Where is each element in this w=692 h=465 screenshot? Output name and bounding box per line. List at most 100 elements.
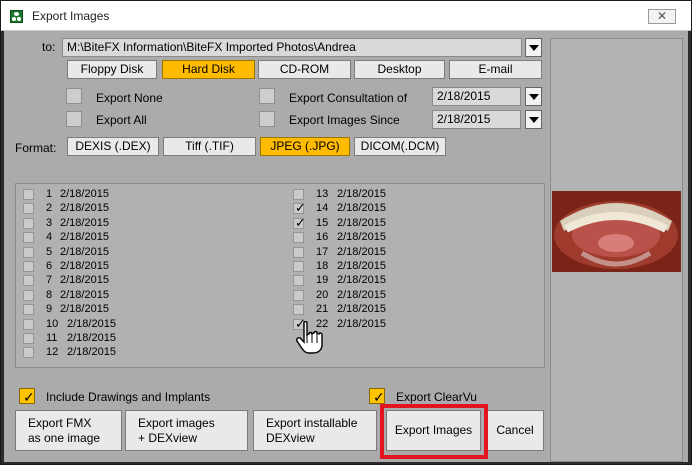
image-date: 2/18/2015	[337, 245, 386, 258]
image-checkbox-4[interactable]	[23, 232, 34, 244]
format-tiff-button[interactable]: Tiff (.TIF)	[163, 137, 256, 156]
image-date: 2/18/2015	[337, 216, 386, 229]
chevron-down-icon[interactable]	[525, 110, 542, 129]
export-none-label: Export None	[96, 91, 163, 105]
window-title: Export Images	[32, 9, 110, 23]
export-fmx-button[interactable]: Export FMX as one image	[15, 410, 122, 451]
image-number: 1	[46, 188, 53, 200]
image-date: 2/18/2015	[67, 346, 116, 359]
image-date: 2/18/2015	[60, 188, 109, 200]
export-installable-line2: DEXview	[266, 430, 315, 445]
image-date: 2/18/2015	[337, 317, 386, 330]
cancel-button[interactable]: Cancel	[486, 410, 544, 451]
check-mark-icon: ✓	[295, 214, 306, 230]
format-dexis-button[interactable]: DEXIS (.DEX)	[67, 137, 159, 156]
image-number: 15	[316, 216, 329, 229]
floppy-disk-button[interactable]: Floppy Disk	[67, 60, 157, 79]
image-checkbox-14[interactable]: ✓	[293, 200, 306, 215]
image-checkbox-13[interactable]	[293, 189, 304, 200]
export-installable-line1: Export installable	[266, 415, 358, 430]
export-all-checkbox[interactable]	[66, 111, 82, 127]
title-bar: Export Images ✕	[1, 1, 691, 31]
desktop-button[interactable]: Desktop	[354, 60, 445, 79]
export-all-label: Export All	[96, 113, 147, 127]
format-dicom-button[interactable]: DICOM(.DCM)	[354, 137, 446, 156]
image-date: 2/18/2015	[60, 260, 109, 272]
image-checkbox-8[interactable]	[23, 289, 34, 301]
bitefx-app-icon	[10, 10, 23, 23]
image-date: 2/18/2015	[60, 231, 109, 244]
since-date-field[interactable]: 2/18/2015	[432, 110, 521, 129]
image-checkbox-1[interactable]	[23, 189, 34, 200]
image-date: 2/18/2015	[60, 216, 109, 229]
image-date: 2/18/2015	[337, 260, 386, 272]
export-clearvu-checkbox[interactable]: ✓	[369, 388, 385, 405]
image-checkbox-16[interactable]	[293, 232, 304, 244]
image-number: 5	[46, 245, 53, 258]
consultation-date-field[interactable]: 2/18/2015	[432, 87, 521, 106]
image-number: 9	[46, 303, 53, 316]
close-icon[interactable]: ✕	[648, 9, 676, 24]
email-button[interactable]: E-mail	[449, 60, 542, 79]
export-dexview-button[interactable]: Export images + DEXview	[125, 410, 248, 451]
image-date: 2/18/2015	[60, 288, 109, 301]
export-installable-dexview-button[interactable]: Export installable DEXview	[253, 410, 377, 451]
export-fmx-line1: Export FMX	[28, 415, 92, 430]
dental-photo-thumbnail	[552, 191, 681, 272]
destination-path-field[interactable]: M:\BiteFX Information\BiteFX Imported Ph…	[62, 38, 522, 57]
export-dexview-line1: Export images	[138, 415, 215, 430]
cd-rom-button[interactable]: CD-ROM	[258, 60, 351, 79]
format-jpeg-button[interactable]: JPEG (.JPG)	[260, 137, 350, 156]
image-number: 18	[316, 260, 329, 272]
export-since-label: Export Images Since	[289, 113, 400, 127]
image-number: 19	[316, 274, 329, 287]
image-checkbox-18[interactable]	[293, 261, 304, 272]
image-number: 10	[46, 317, 59, 330]
include-drawings-label: Include Drawings and Implants	[46, 390, 211, 404]
image-checkbox-2[interactable]	[23, 203, 34, 215]
export-images-window: Export Images ✕ to: M:\BiteFX Informatio…	[0, 0, 692, 465]
image-date: 2/18/2015	[337, 231, 386, 244]
image-date: 2/18/2015	[67, 317, 116, 330]
export-consultation-checkbox[interactable]	[259, 88, 275, 104]
export-fmx-line2: as one image	[28, 430, 101, 445]
image-date: 2/18/2015	[60, 245, 109, 258]
image-date: 2/18/2015	[337, 303, 386, 316]
image-date: 2/18/2015	[337, 288, 386, 301]
image-checkbox-17[interactable]	[293, 246, 304, 258]
export-since-checkbox[interactable]	[259, 111, 275, 127]
image-date: 2/18/2015	[60, 274, 109, 287]
image-number: 12	[46, 346, 59, 359]
image-preview-panel	[550, 38, 683, 462]
image-number: 17	[316, 245, 329, 258]
export-none-checkbox[interactable]	[66, 88, 82, 104]
image-checkbox-5[interactable]	[23, 246, 34, 258]
check-mark-icon: ✓	[373, 389, 385, 405]
image-date: 2/18/2015	[337, 188, 386, 200]
image-number: 8	[46, 288, 53, 301]
include-drawings-checkbox[interactable]: ✓	[19, 388, 35, 405]
chevron-down-icon[interactable]	[525, 38, 542, 57]
image-checkbox-21[interactable]	[293, 304, 304, 316]
hand-pointer-icon	[296, 321, 323, 354]
image-checkbox-10[interactable]	[23, 318, 34, 330]
image-date: 2/18/2015	[337, 202, 386, 215]
image-checkbox-9[interactable]	[23, 304, 34, 316]
image-checkbox-11[interactable]	[23, 333, 34, 344]
chevron-down-icon[interactable]	[525, 87, 542, 106]
image-number: 16	[316, 231, 329, 244]
image-checkbox-6[interactable]	[23, 261, 34, 272]
image-number: 6	[46, 260, 53, 272]
image-checkbox-3[interactable]	[23, 217, 34, 229]
image-checkbox-15[interactable]: ✓	[293, 214, 306, 230]
hard-disk-button[interactable]: Hard Disk	[162, 60, 255, 79]
image-date: 2/18/2015	[67, 332, 116, 344]
image-number: 2	[46, 202, 53, 215]
image-checkbox-20[interactable]	[293, 289, 304, 301]
image-number: 21	[316, 303, 329, 316]
image-number: 13	[316, 188, 329, 200]
image-checkbox-7[interactable]	[23, 275, 34, 287]
export-consultation-label: Export Consultation of	[289, 91, 408, 105]
image-checkbox-12[interactable]	[23, 347, 34, 359]
image-checkbox-19[interactable]	[293, 275, 304, 287]
